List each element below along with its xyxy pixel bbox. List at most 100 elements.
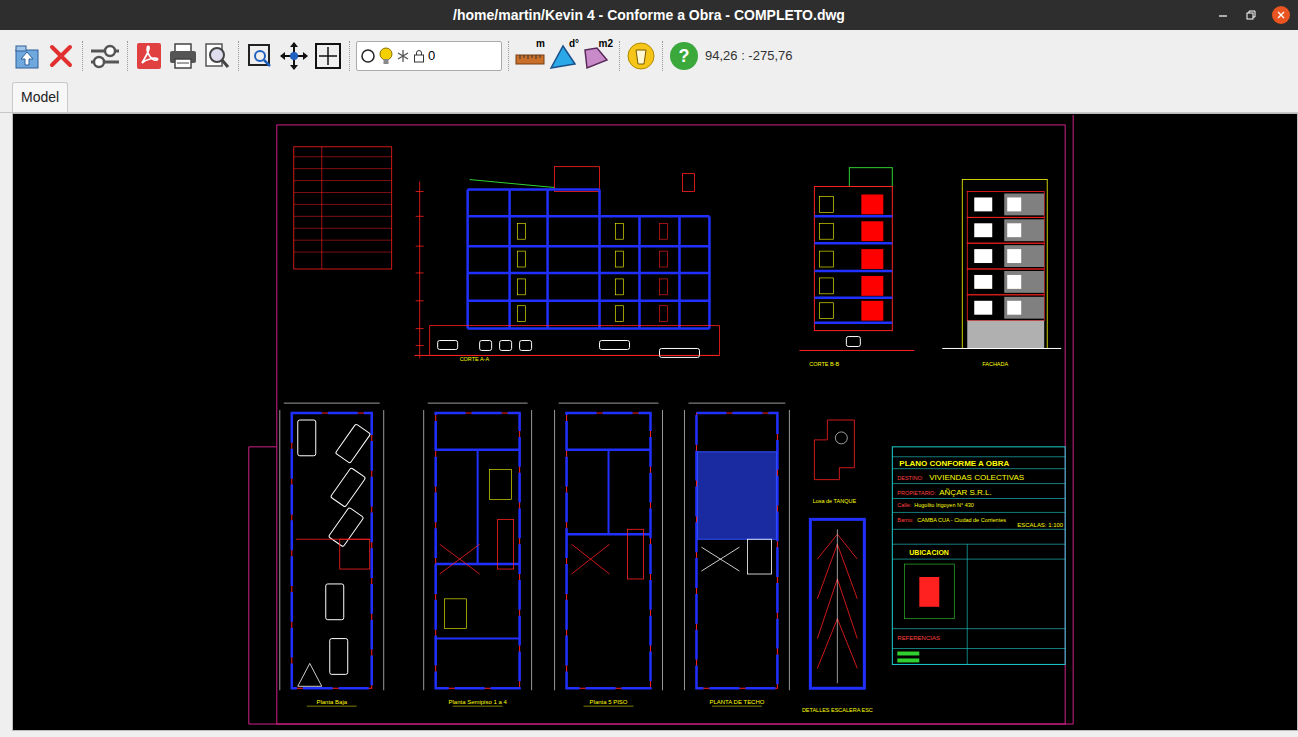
tank-slab: Losa de TANQUE (813, 420, 857, 504)
window-title: /home/martin/Kevin 4 - Conforme a Obra -… (453, 5, 845, 26)
cad-canvas[interactable]: CORTE A-A CORTE B-B FACHADA Planta Baja Plan… (13, 114, 1297, 730)
tool-button[interactable] (12, 39, 42, 73)
tool-button[interactable] (279, 39, 309, 73)
tool-button[interactable]: m2 (583, 39, 613, 73)
sheet-border (249, 115, 1073, 724)
tool-button[interactable]: m (515, 39, 545, 73)
clear-measure-icon[interactable] (627, 42, 655, 70)
close-window-icon[interactable] (1272, 6, 1290, 24)
tool-button[interactable]: d° (549, 39, 579, 73)
measure-angle-button[interactable]: d° (549, 42, 579, 70)
stair-detail: DETALLES ESCALERA ESC (802, 519, 873, 713)
view-label: Losa de TANQUE (813, 498, 857, 504)
car (330, 639, 348, 675)
facade: FACHADA (942, 180, 1061, 368)
tool-group (134, 39, 232, 73)
bulb-icon (379, 47, 393, 65)
toolbar: 0 md°m2? 94,26 : -275,76 (0, 30, 1298, 82)
zoom-window-icon[interactable] (246, 42, 274, 70)
printer-icon[interactable] (168, 42, 198, 70)
tool-group: md°m2 (515, 39, 613, 73)
minimize-icon[interactable] (1216, 8, 1230, 22)
pan-icon[interactable] (279, 41, 309, 71)
car (328, 507, 363, 547)
field-value: Hugolito Irigoyen N° 430 (914, 502, 974, 508)
tool-group (245, 39, 343, 73)
tab-bar: Model (0, 82, 1298, 112)
view-label: Planta 5 PISO (590, 699, 628, 705)
tool-group (89, 39, 121, 73)
measure-area-button[interactable]: m2 (583, 42, 613, 70)
legend-table (294, 147, 392, 269)
car (330, 468, 365, 508)
help-button[interactable]: ? (670, 42, 698, 70)
view-label: DETALLES ESCALERA ESC (802, 707, 873, 713)
close-icon[interactable] (47, 42, 75, 70)
tool-button[interactable] (202, 39, 232, 73)
pdf-icon[interactable] (136, 42, 162, 70)
section-b: CORTE B-B (799, 168, 914, 368)
car (438, 341, 458, 350)
tool-group (626, 39, 656, 73)
toolbar-separator (619, 41, 620, 71)
location-heading: UBICACION (909, 549, 949, 556)
toolbar-separator (82, 41, 83, 71)
tab[interactable]: Model (12, 82, 68, 112)
ruler-icon (515, 42, 545, 70)
tool-button[interactable] (134, 39, 164, 73)
field-value: VIVIENDAS COLECTIVAS (929, 473, 1024, 482)
app-window: /home/martin/Kevin 4 - Conforme a Obra -… (0, 0, 1298, 737)
restore-icon[interactable] (1244, 8, 1258, 22)
car (326, 584, 344, 620)
section-a: CORTE A-A (415, 167, 720, 363)
home-icon[interactable] (13, 42, 41, 70)
lock-icon (413, 49, 425, 63)
plan-ground-floor: Planta Baja (280, 403, 384, 706)
tool-button[interactable]: ? (669, 39, 699, 73)
field-value: AÑÇAR S.R.L. (939, 488, 991, 497)
canvas-frame: CORTE A-A CORTE B-B FACHADA Planta Baja Plan… (12, 113, 1298, 731)
tool-button[interactable] (313, 39, 343, 73)
snowflake-icon (396, 49, 410, 63)
tool-group (12, 39, 76, 73)
toolbar-separator (662, 41, 663, 71)
car (298, 420, 316, 456)
toolbar-separator (508, 41, 509, 71)
toolbar-separator (349, 41, 350, 71)
plan-roof: PLANTA DE TECHO (684, 403, 789, 706)
view-label: FACHADA (982, 361, 1008, 367)
field-value: CAMBA CUA - Ciudad de Corrientes (917, 517, 1006, 523)
car (335, 424, 370, 464)
car (659, 348, 699, 357)
field-label: PROPIETARIO: (897, 490, 936, 496)
toolbar-separator (238, 41, 239, 71)
settings-icon[interactable] (89, 42, 121, 70)
tool-button[interactable] (245, 39, 275, 73)
tool-button[interactable] (168, 39, 198, 73)
toolbar-separator (127, 41, 128, 71)
window-controls (1216, 0, 1290, 30)
field-label: Barrio: (897, 517, 914, 523)
canvas-area: CORTE A-A CORTE B-B FACHADA Planta Baja Plan… (0, 112, 1298, 737)
car (846, 337, 860, 347)
measure-distance-button[interactable]: m (515, 42, 545, 70)
zoom-extents-icon[interactable] (313, 41, 343, 71)
coordinates: 94,26 : -275,76 (705, 46, 792, 66)
print-preview-icon[interactable] (203, 42, 231, 70)
plan-semi-floor: Planta Semipiso 1 a 4 (424, 403, 532, 706)
plan-fifth-floor: Planta 5 PISO (555, 403, 663, 706)
tool-button[interactable] (89, 39, 121, 73)
title-block: PLANO CONFORME A OBRA DESTINO: VIVIENDAS C… (892, 447, 1065, 665)
layer-name: 0 (428, 46, 435, 66)
field-label: DESTINO: (897, 475, 923, 481)
view-label: PLANTA DE TECHO (709, 699, 764, 705)
layer-on-icon (360, 48, 376, 64)
tool-button[interactable] (626, 39, 656, 73)
sheet-frame (277, 125, 1065, 724)
view-label: CORTE A-A (460, 356, 490, 362)
view-label: Planta Baja (316, 699, 347, 705)
layer-combo[interactable]: 0 (356, 41, 502, 71)
title-heading: PLANO CONFORME A OBRA (899, 459, 1009, 468)
tool-button[interactable] (46, 39, 76, 73)
tool-group: ? (669, 39, 699, 73)
